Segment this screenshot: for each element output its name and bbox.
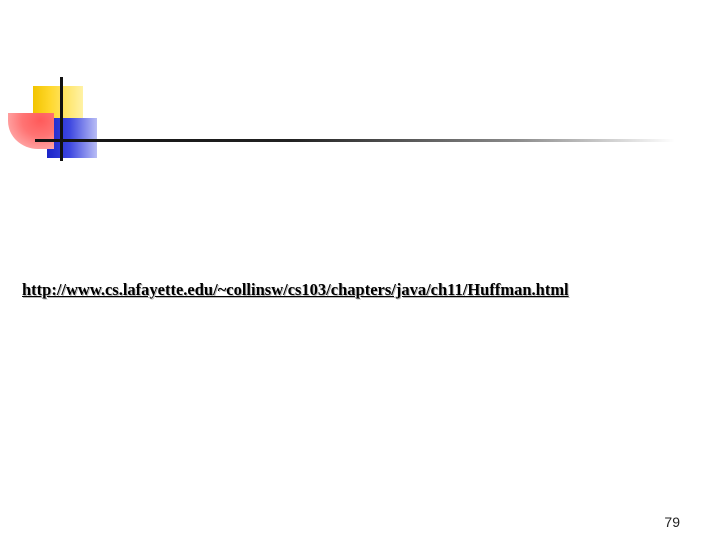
page-number: 79 xyxy=(664,514,680,530)
blue-square xyxy=(47,118,97,158)
red-square xyxy=(8,113,54,149)
huffman-url-link[interactable]: http://www.cs.lafayette.edu/~collinsw/cs… xyxy=(22,280,712,300)
horizontal-rule xyxy=(35,139,675,142)
slide: http://www.cs.lafayette.edu/~collinsw/cs… xyxy=(0,0,720,540)
vertical-rule xyxy=(60,77,63,161)
slide-template-logo-icon xyxy=(0,0,720,170)
